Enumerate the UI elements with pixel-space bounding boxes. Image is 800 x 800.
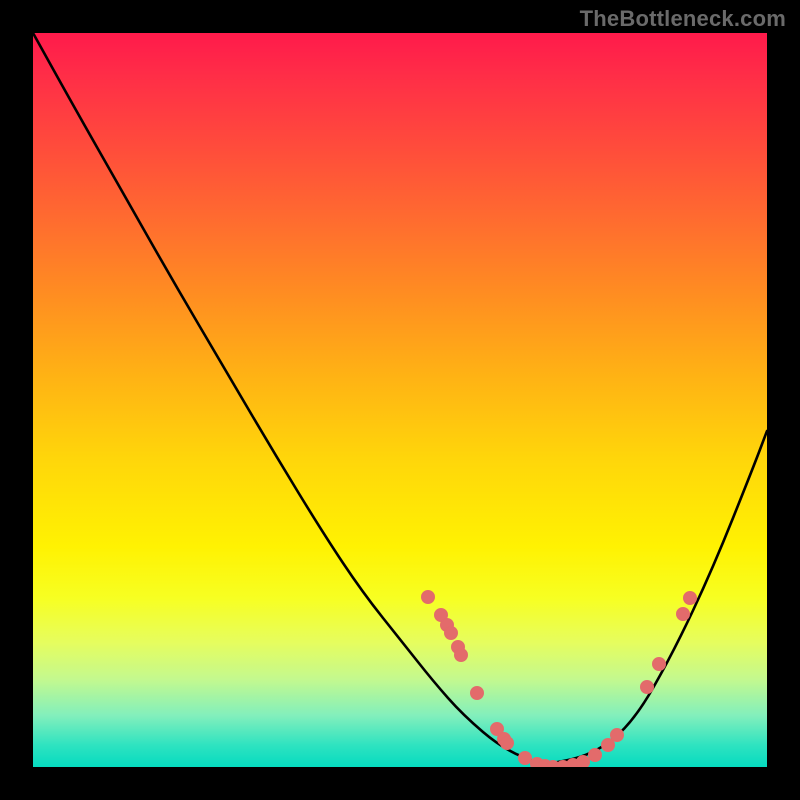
data-point [602,739,615,752]
plot-area [33,33,767,767]
data-point [501,737,514,750]
data-point [684,592,697,605]
data-point [455,649,468,662]
data-point [445,627,458,640]
data-points-group [422,591,697,768]
data-point [589,749,602,762]
chart-svg [33,33,767,767]
watermark-text: TheBottleneck.com [580,6,786,32]
data-point [519,752,532,765]
data-point [471,687,484,700]
data-point [577,756,590,768]
data-point [653,658,666,671]
data-point [611,729,624,742]
right-curve [543,431,767,765]
data-point [641,681,654,694]
data-point [422,591,435,604]
data-point [677,608,690,621]
